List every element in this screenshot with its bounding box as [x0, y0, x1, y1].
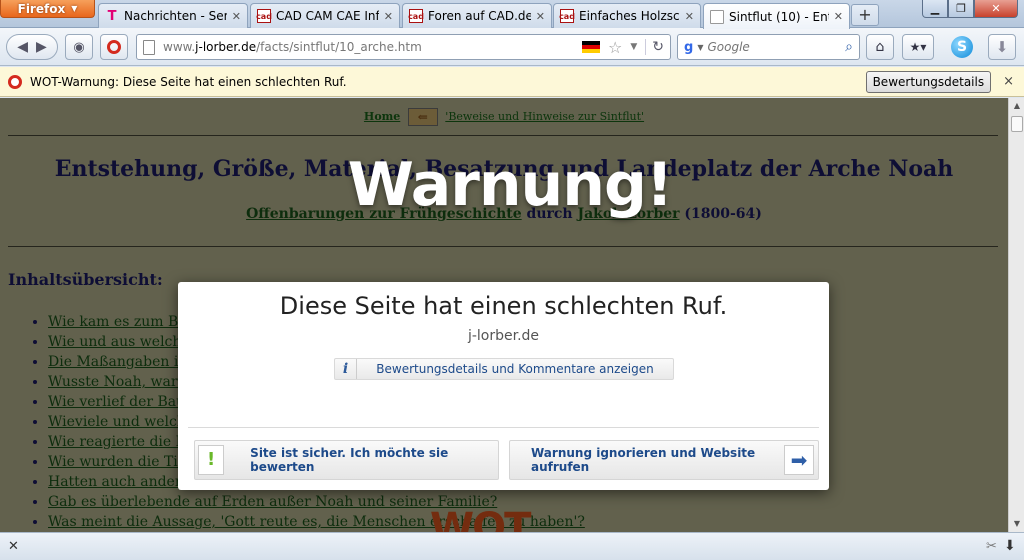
url-bar[interactable]: www.j-lorber.de/facts/sintflut/10_arche.… [136, 34, 671, 60]
addon-button[interactable]: ◉ [65, 34, 93, 60]
arrow-right-icon: ➡ [784, 445, 814, 475]
home-icon: ⌂ [875, 39, 885, 55]
chevron-down-icon[interactable]: ▼ [697, 43, 703, 52]
telekom-icon: T [107, 8, 117, 24]
tab-nachrichten[interactable]: T Nachrichten - Serv... ✕ [98, 3, 248, 28]
download-icon[interactable]: ⬇ [1004, 538, 1016, 554]
tab-title: Nachrichten - Serv... [124, 9, 227, 23]
close-icon[interactable]: ✕ [834, 10, 843, 23]
cad-de-icon: cad [559, 9, 575, 23]
forward-arrow-icon[interactable]: ▶ [36, 39, 47, 55]
url-path: /facts/sintflut/10_arche.htm [256, 40, 422, 54]
skype-icon: S [951, 36, 973, 58]
wot-ring-icon [107, 40, 121, 54]
tab-holzschiff[interactable]: cad Einfaches Holzschi... ✕ [553, 3, 701, 28]
close-icon[interactable]: ✕ [232, 10, 241, 23]
ignore-warning-label: Warnung ignorieren und Website aufrufen [531, 446, 756, 474]
scroll-down-icon[interactable]: ▼ [1009, 516, 1024, 532]
tab-cad-cam[interactable]: cad CAD CAM CAE Inf... ✕ [250, 3, 400, 28]
wot-warning-dialog: Diese Seite hat einen schlechten Ruf. j-… [178, 282, 829, 490]
search-icon[interactable]: ⌕ [845, 39, 853, 55]
search-input[interactable] [707, 40, 842, 54]
close-icon[interactable]: ✕ [8, 539, 19, 554]
url-domain: j-lorber.de [195, 40, 257, 54]
info-icon: i [335, 359, 357, 379]
dialog-divider [188, 427, 819, 428]
new-tab-button[interactable]: + [851, 4, 879, 26]
tab-title: Einfaches Holzschi... [579, 9, 680, 23]
back-arrow-icon[interactable]: ◀ [17, 39, 28, 55]
chevron-down-icon: ▼ [71, 4, 78, 13]
reload-icon[interactable]: ↻ [645, 39, 664, 55]
tab-bar: Firefox ▼ T Nachrichten - Serv... ✕ cad … [0, 0, 1024, 29]
google-icon[interactable]: g [684, 40, 693, 55]
firefox-menu-button[interactable]: Firefox ▼ [0, 0, 95, 18]
downloads-button[interactable]: ⬇ [988, 34, 1016, 60]
home-button[interactable]: ⌂ [866, 34, 894, 60]
tab-title: Sintflut (10) - Entst... [729, 9, 829, 24]
search-bar: g ▼ ⌕ [677, 34, 860, 60]
scroll-up-icon[interactable]: ▲ [1009, 98, 1024, 114]
skype-button[interactable]: S [948, 34, 976, 60]
bookmark-star-icon: ★▾ [909, 40, 927, 54]
status-bar: ✕ ✂ ⬇ [0, 532, 1024, 560]
chevron-down-icon[interactable]: ▼ [630, 42, 637, 52]
back-forward-buttons[interactable]: ◀ ▶ [6, 34, 58, 60]
close-window-button[interactable]: ✕ [974, 0, 1018, 18]
bookmarks-button[interactable]: ★▾ [902, 34, 934, 60]
dialog-title: Diese Seite hat einen schlechten Ruf. [279, 292, 728, 320]
dialog-domain: j-lorber.de [467, 328, 540, 344]
tab-foren[interactable]: cad Foren auf CAD.de,... ✕ [402, 3, 552, 28]
tab-sintflut[interactable]: Sintflut (10) - Entst... ✕ [703, 3, 850, 29]
tab-title: CAD CAM CAE Inf... [276, 9, 379, 23]
scroll-thumb[interactable] [1011, 116, 1023, 132]
vertical-scrollbar[interactable]: ▲ ▼ [1008, 98, 1024, 532]
close-icon[interactable]: ✕ [384, 10, 393, 23]
firefox-menu-label: Firefox [17, 1, 66, 16]
exclamation-icon: ! [198, 445, 225, 475]
warning-headline: Warnung! [347, 150, 674, 220]
close-icon[interactable]: ✕ [685, 10, 694, 23]
german-flag-icon[interactable] [582, 41, 600, 53]
star-icon[interactable]: ☆ [608, 38, 622, 57]
close-icon[interactable]: ✕ [536, 10, 545, 23]
site-safe-label: Site ist sicher. Ich möchte sie bewerten [250, 446, 449, 474]
ignore-warning-button[interactable]: Warnung ignorieren und Website aufrufen … [509, 440, 819, 480]
wot-warning-icon [8, 74, 22, 89]
url-text[interactable]: www.j-lorber.de/facts/sintflut/10_arche.… [163, 40, 574, 54]
rating-details-button[interactable]: Bewertungsdetails [865, 70, 992, 93]
wot-notification-bar: WOT-Warnung: Diese Seite hat einen schle… [0, 67, 1024, 97]
maximize-button[interactable]: ❐ [948, 0, 974, 18]
download-icon: ⬇ [995, 38, 1009, 56]
page-icon [710, 9, 724, 24]
close-icon[interactable]: × [1003, 74, 1014, 89]
url-prefix: www. [163, 40, 196, 54]
notification-text: WOT-Warnung: Diese Seite hat einen schle… [30, 74, 347, 89]
addon-bar-icon[interactable]: ✂ [986, 539, 997, 554]
wot-toolbar-button[interactable] [100, 34, 128, 60]
page-icon [143, 39, 155, 55]
show-details-button[interactable]: i Bewertungsdetails und Kommentare anzei… [334, 358, 674, 380]
tab-title: Foren auf CAD.de,... [428, 9, 531, 23]
minimize-button[interactable]: ▁ [922, 0, 948, 18]
eye-icon: ◉ [73, 39, 85, 55]
cad-de-icon: cad [408, 9, 424, 23]
site-safe-button[interactable]: ! Site ist sicher. Ich möchte sie bewert… [194, 440, 499, 480]
cad-de-icon: cad [256, 9, 272, 23]
navigation-toolbar: ◀ ▶ ◉ www.j-lorber.de/facts/sintflut/10_… [0, 28, 1024, 66]
show-details-label: Bewertungsdetails und Kommentare anzeige… [376, 362, 654, 376]
